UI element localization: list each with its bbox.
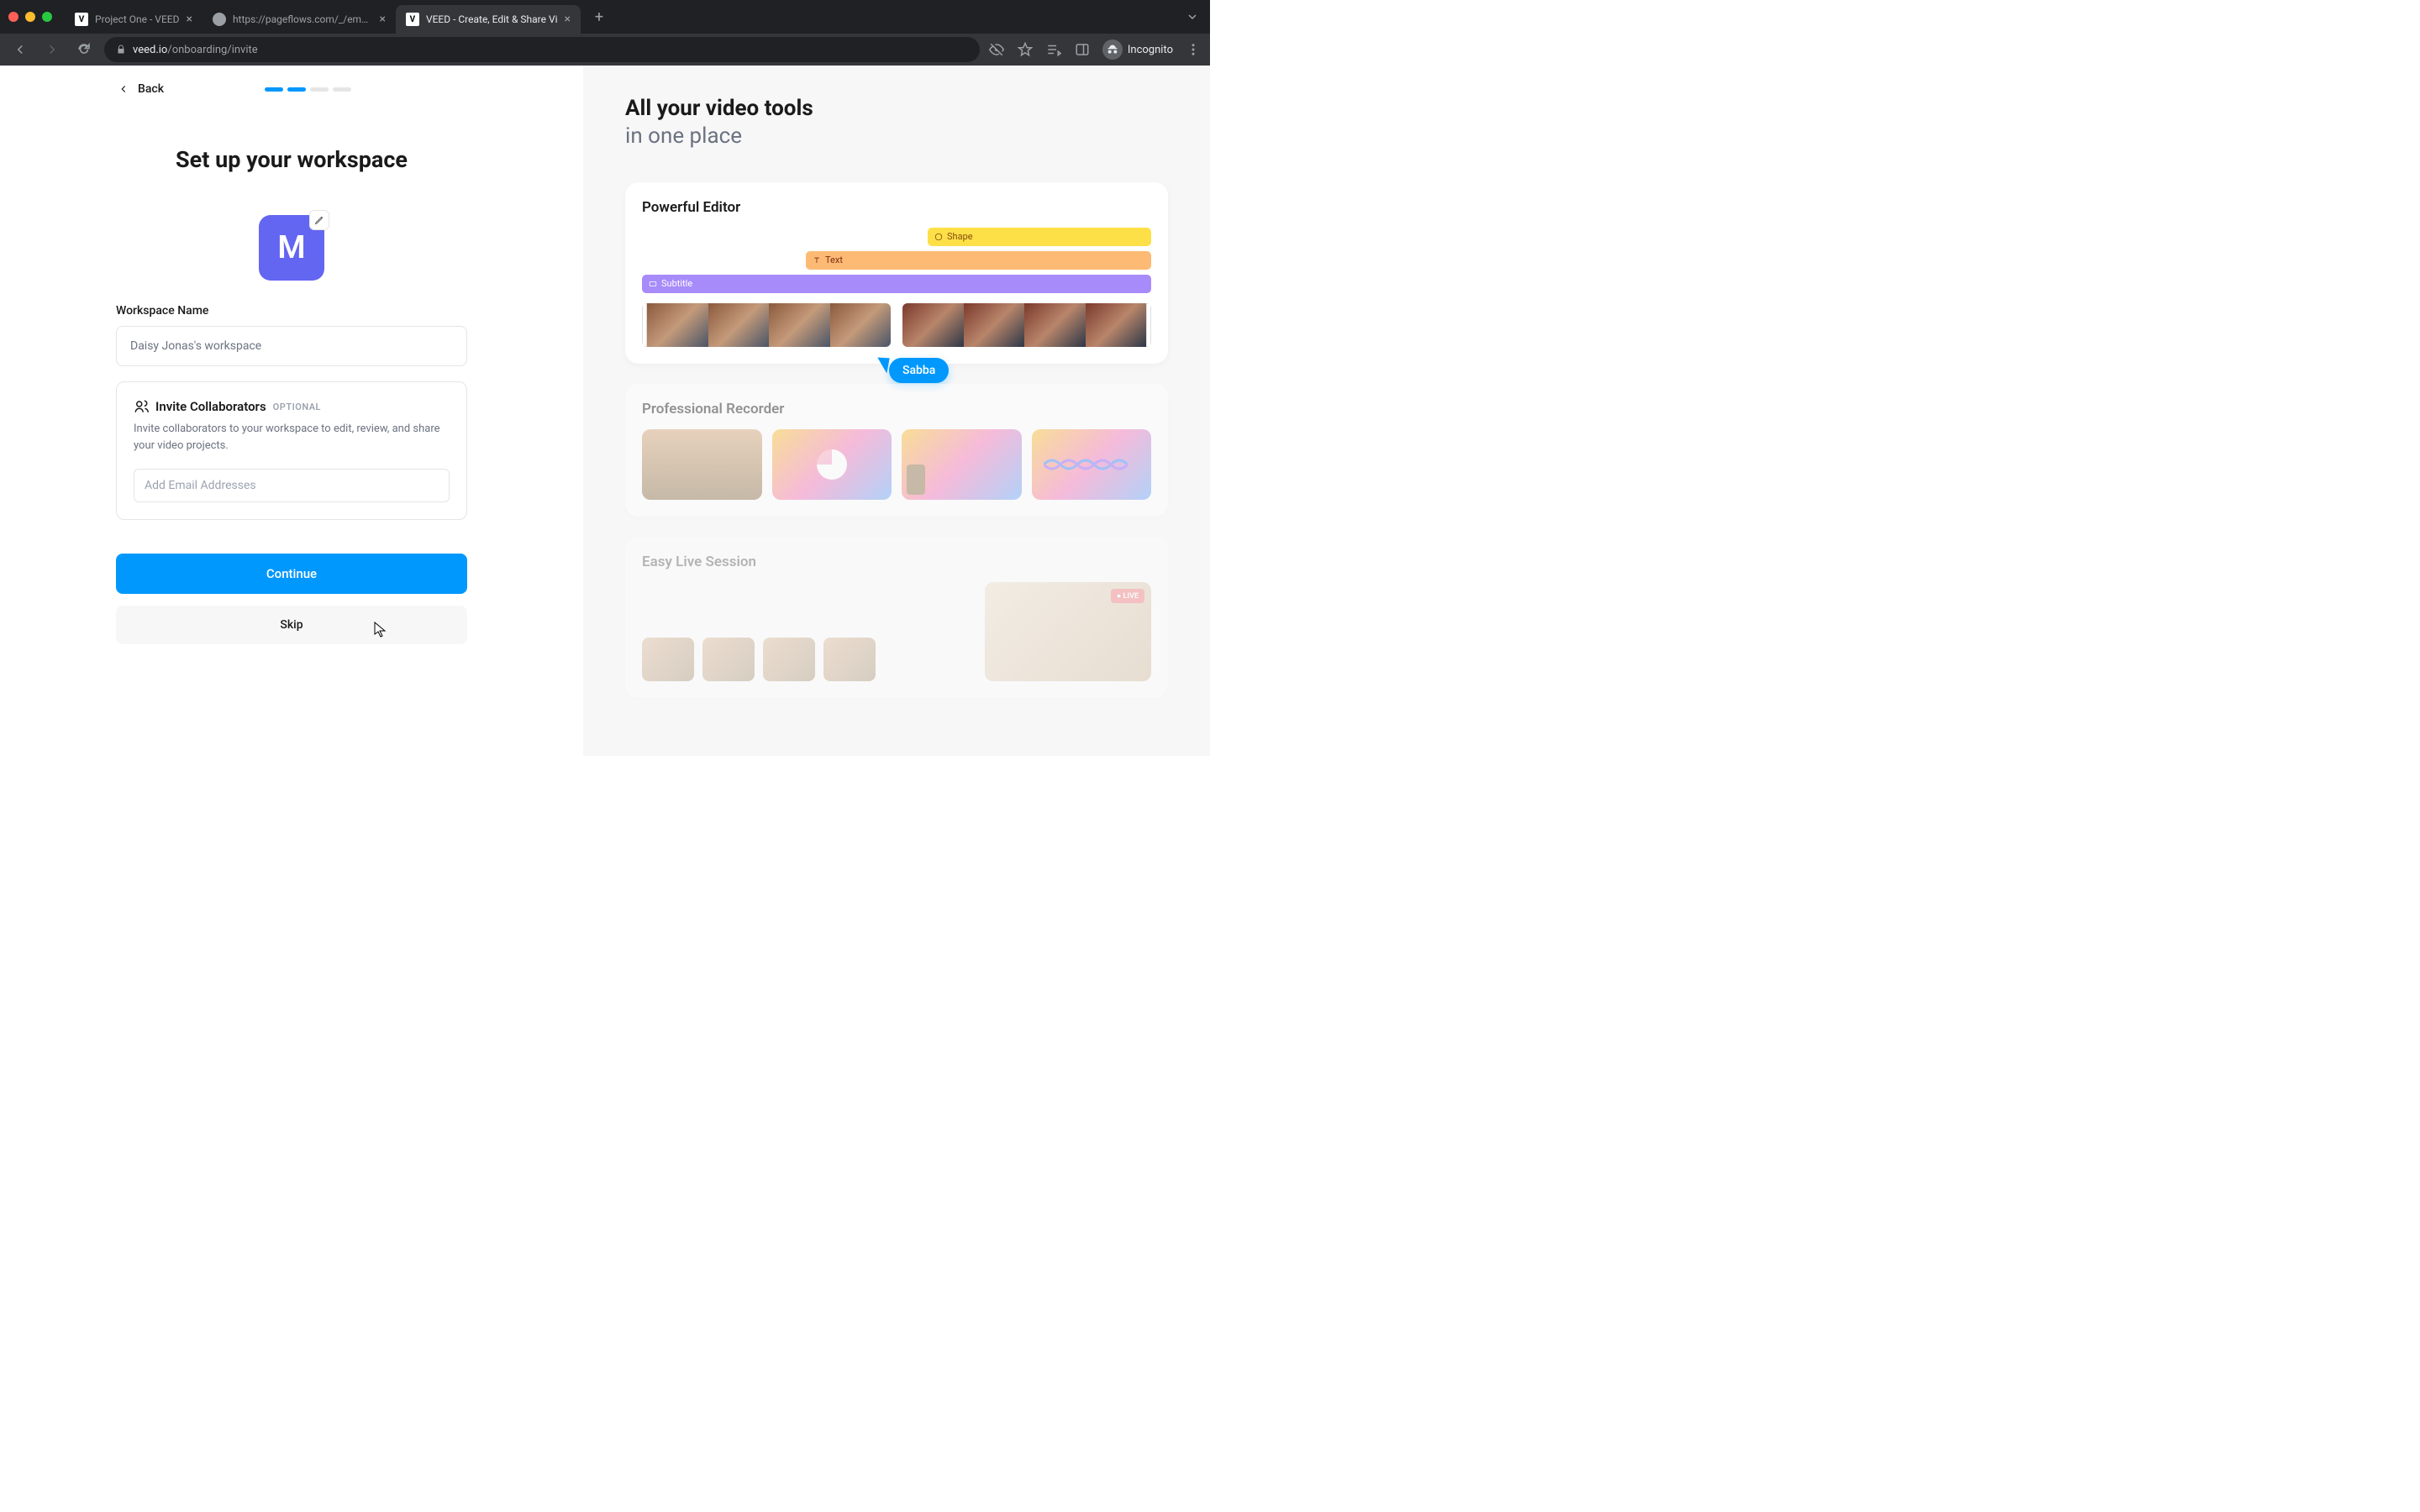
tab-list: V Project One - VEED × https://pageflows… bbox=[65, 0, 1187, 34]
live-feature-card: Easy Live Session ● LIVE bbox=[625, 537, 1168, 698]
reload-button[interactable] bbox=[72, 38, 96, 61]
maximize-window-button[interactable] bbox=[42, 12, 52, 22]
address-bar[interactable]: veed.io/onboarding/invite bbox=[104, 37, 980, 62]
users-icon bbox=[134, 399, 149, 414]
video-timeline bbox=[642, 303, 1151, 347]
back-label: Back bbox=[138, 82, 164, 96]
close-window-button[interactable] bbox=[8, 12, 18, 22]
collaborator-cursor: Sabba bbox=[881, 354, 949, 387]
timeline-track-text: Text bbox=[806, 251, 1151, 270]
recorder-tile bbox=[772, 429, 892, 500]
video-clip bbox=[642, 303, 891, 347]
feature-title: Easy Live Session bbox=[642, 554, 1151, 570]
menu-icon[interactable] bbox=[1185, 41, 1202, 58]
avatar-initial: M bbox=[277, 229, 305, 266]
workspace-name-label: Workspace Name bbox=[116, 304, 467, 318]
browser-toolbar: veed.io/onboarding/invite Incognito bbox=[0, 34, 1210, 66]
progress-step bbox=[310, 87, 329, 92]
progress-pie-icon bbox=[817, 449, 847, 480]
invite-description: Invite collaborators to your workspace t… bbox=[134, 421, 450, 454]
star-icon[interactable] bbox=[1017, 41, 1034, 58]
progress-step bbox=[333, 87, 351, 92]
incognito-icon bbox=[1102, 39, 1123, 60]
page-content: Back Set up your workspace M Workspace N… bbox=[0, 66, 1210, 756]
tab-title: https://pageflows.com/_/emails bbox=[233, 13, 373, 25]
tab-favicon: V bbox=[75, 13, 88, 26]
cursor-user-label: Sabba bbox=[889, 358, 949, 383]
tab-favicon: V bbox=[406, 13, 419, 26]
close-tab-icon[interactable]: × bbox=[379, 13, 385, 26]
feature-title: Powerful Editor bbox=[642, 199, 1151, 216]
page-title: Set up your workspace bbox=[116, 146, 467, 173]
back-nav-button[interactable] bbox=[8, 38, 32, 61]
promo-heading: All your video tools bbox=[625, 95, 1168, 123]
browser-tab-strip: V Project One - VEED × https://pageflows… bbox=[0, 0, 1210, 34]
subtitle-icon bbox=[649, 280, 657, 288]
invite-title: Invite Collaborators bbox=[155, 399, 266, 414]
incognito-indicator[interactable]: Incognito bbox=[1102, 39, 1173, 60]
browser-tab-active[interactable]: V VEED - Create, Edit & Share Vi × bbox=[396, 5, 581, 34]
tab-title: VEED - Create, Edit & Share Vi bbox=[426, 13, 558, 25]
promo-panel: All your video tools in one place Powerf… bbox=[583, 66, 1210, 756]
recorder-tile bbox=[642, 429, 762, 500]
url-text: veed.io/onboarding/invite bbox=[133, 44, 258, 56]
forward-nav-button[interactable] bbox=[40, 38, 64, 61]
incognito-label: Incognito bbox=[1128, 44, 1173, 56]
browser-tab[interactable]: V Project One - VEED × bbox=[65, 5, 203, 34]
editor-feature-card: Powerful Editor Shape Text Subtitle bbox=[625, 182, 1168, 364]
browser-tab[interactable]: https://pageflows.com/_/emails × bbox=[203, 5, 396, 34]
tab-favicon-globe-icon bbox=[213, 13, 226, 26]
close-tab-icon[interactable]: × bbox=[565, 13, 571, 26]
clip-handle-icon bbox=[1146, 303, 1151, 347]
tab-overflow-icon[interactable] bbox=[1187, 12, 1197, 22]
feature-title: Professional Recorder bbox=[642, 401, 1151, 417]
progress-step bbox=[265, 87, 283, 92]
timeline-track-subtitle: Subtitle bbox=[642, 275, 1151, 293]
toolbar-actions: Incognito bbox=[988, 39, 1202, 60]
skip-button[interactable]: Skip bbox=[116, 606, 467, 644]
chevron-left-icon bbox=[118, 83, 129, 95]
participant-thumb bbox=[642, 638, 694, 681]
workspace-name-input[interactable] bbox=[116, 326, 467, 366]
recorder-tile bbox=[1032, 429, 1152, 500]
pip-icon bbox=[907, 465, 925, 495]
shape-icon bbox=[934, 233, 943, 241]
new-tab-button[interactable]: + bbox=[587, 5, 611, 29]
close-tab-icon[interactable]: × bbox=[186, 13, 192, 26]
text-icon bbox=[813, 256, 821, 265]
recorder-feature-card: Professional Recorder bbox=[625, 384, 1168, 517]
onboarding-panel: Back Set up your workspace M Workspace N… bbox=[0, 66, 583, 756]
email-addresses-input[interactable] bbox=[134, 469, 450, 502]
window-controls bbox=[8, 12, 52, 22]
continue-button[interactable]: Continue bbox=[116, 554, 467, 594]
back-link[interactable]: Back bbox=[118, 82, 164, 96]
invite-collaborators-card: Invite Collaborators OPTIONAL Invite col… bbox=[116, 381, 467, 520]
edit-avatar-button[interactable] bbox=[309, 210, 329, 230]
workspace-avatar[interactable]: M bbox=[259, 215, 324, 281]
optional-badge: OPTIONAL bbox=[273, 402, 321, 412]
playlist-icon[interactable] bbox=[1045, 41, 1062, 58]
lock-icon bbox=[116, 45, 126, 55]
progress-step bbox=[287, 87, 306, 92]
eye-off-icon[interactable] bbox=[988, 41, 1005, 58]
live-badge: ● LIVE bbox=[1111, 589, 1144, 603]
panel-icon[interactable] bbox=[1074, 41, 1091, 58]
promo-subheading: in one place bbox=[625, 123, 1168, 149]
participant-thumb bbox=[763, 638, 815, 681]
pencil-icon bbox=[314, 215, 324, 225]
video-clip bbox=[902, 303, 1151, 347]
timeline-track-shape: Shape bbox=[928, 228, 1151, 246]
minimize-window-button[interactable] bbox=[25, 12, 35, 22]
progress-indicator bbox=[265, 87, 351, 92]
recorder-tile bbox=[902, 429, 1022, 500]
participant-thumb bbox=[823, 638, 876, 681]
tab-title: Project One - VEED bbox=[95, 13, 179, 25]
live-main-video: ● LIVE bbox=[985, 582, 1151, 681]
participant-thumb bbox=[702, 638, 755, 681]
waveform-icon bbox=[1044, 452, 1128, 477]
